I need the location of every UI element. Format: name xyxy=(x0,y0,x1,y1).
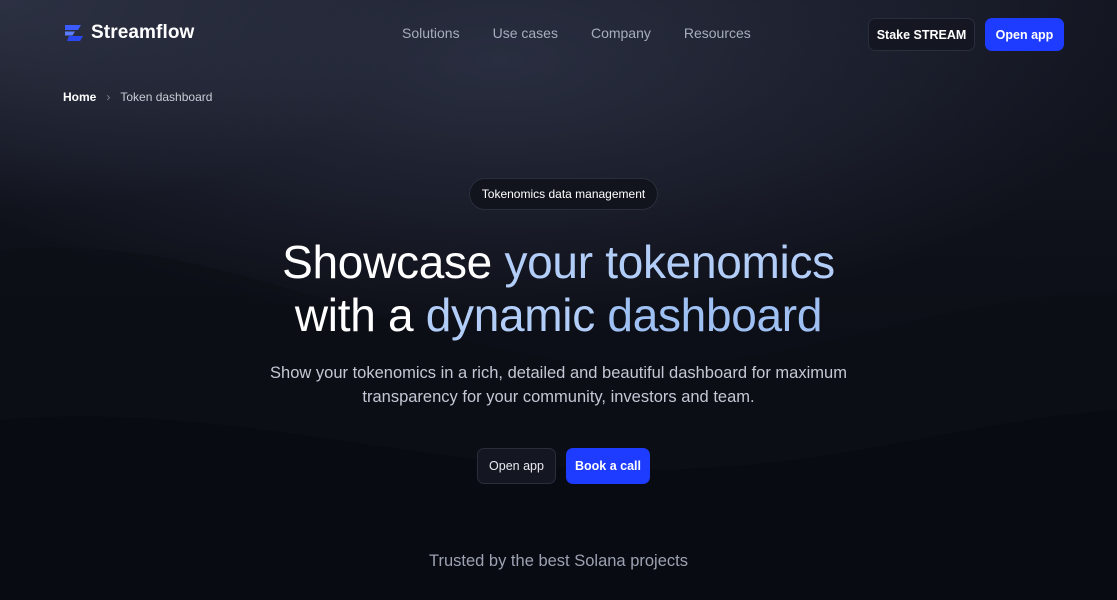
stake-stream-button[interactable]: Stake STREAM xyxy=(868,18,975,51)
chevron-right-icon: › xyxy=(106,90,111,104)
hero-tag-pill: Tokenomics data management xyxy=(469,178,658,210)
headline-part: with a xyxy=(294,289,426,341)
main-nav: Solutions Use cases Company Resources xyxy=(402,25,751,41)
breadcrumb: Home › Token dashboard xyxy=(63,90,212,104)
open-app-button-header[interactable]: Open app xyxy=(985,18,1064,51)
breadcrumb-home[interactable]: Home xyxy=(63,90,96,104)
hero-subtitle: Show your tokenomics in a rich, detailed… xyxy=(0,361,1117,409)
site-header: Streamflow Solutions Use cases Company R… xyxy=(0,0,1117,68)
logo-text: Streamflow xyxy=(91,22,195,43)
headline-highlight: your tokenomics xyxy=(504,236,835,288)
nav-use-cases[interactable]: Use cases xyxy=(493,25,558,41)
subtitle-line: Show your tokenomics in a rich, detailed… xyxy=(270,364,847,382)
breadcrumb-current: Token dashboard xyxy=(120,90,213,104)
page: Streamflow Solutions Use cases Company R… xyxy=(0,0,1117,600)
hero-headline: Showcase your tokenomics with a dynamic … xyxy=(0,236,1117,342)
subtitle-line: transparency for your community, investo… xyxy=(362,388,755,406)
headline-highlight: dashboard xyxy=(607,289,823,341)
nav-resources[interactable]: Resources xyxy=(684,25,751,41)
trusted-by-heading: Trusted by the best Solana projects xyxy=(429,552,688,570)
streamflow-logo-icon xyxy=(65,25,83,41)
nav-company[interactable]: Company xyxy=(591,25,651,41)
open-app-button-hero[interactable]: Open app xyxy=(477,448,556,484)
headline-part: Showcase xyxy=(282,236,505,288)
logo[interactable]: Streamflow xyxy=(63,22,194,44)
book-a-call-button[interactable]: Book a call xyxy=(566,448,650,484)
headline-highlight: dynamic xyxy=(425,289,608,341)
nav-solutions[interactable]: Solutions xyxy=(402,25,460,41)
